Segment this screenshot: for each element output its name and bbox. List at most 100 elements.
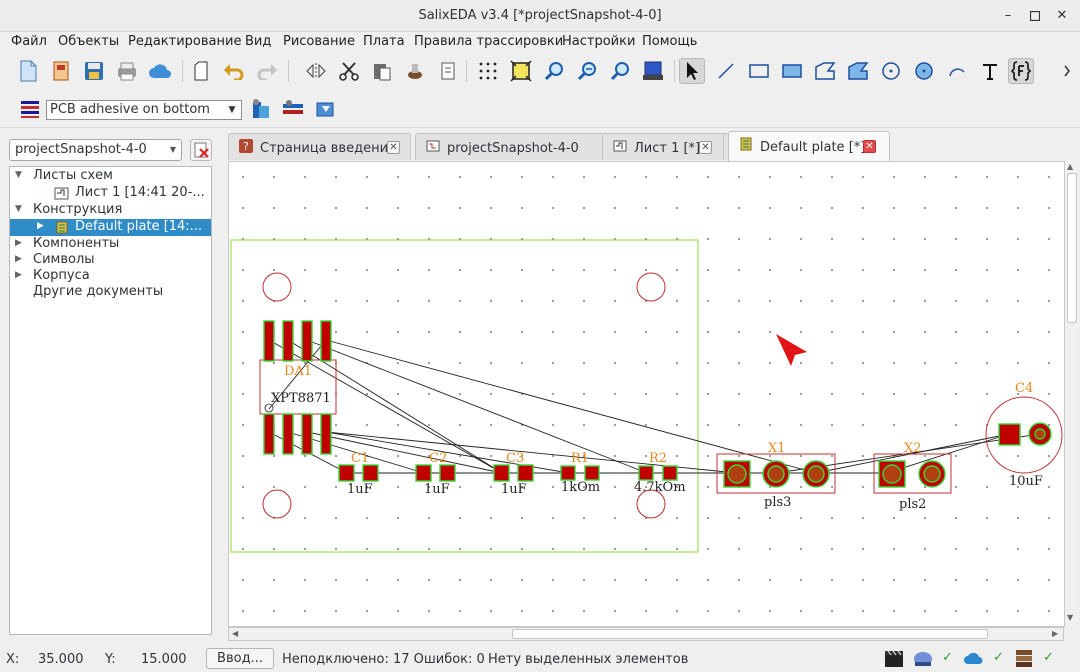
scroll-down-icon[interactable]: ▼ — [1067, 613, 1073, 622]
layer-settings-icon[interactable] — [280, 96, 306, 122]
menu-board[interactable]: Плата — [363, 34, 405, 49]
grid-icon[interactable] — [475, 58, 501, 84]
menu-draw[interactable]: Рисование — [283, 34, 355, 49]
menu-edit[interactable]: Редактирование — [128, 34, 241, 49]
minimize-icon[interactable]: – — [998, 6, 1018, 26]
text-tool-icon[interactable] — [977, 58, 1003, 84]
check-icon: ✓ — [1043, 650, 1054, 665]
ref-label: C3 — [506, 451, 524, 466]
ref-label: X2 — [904, 441, 922, 456]
menu-file[interactable]: Файл — [11, 34, 47, 49]
new-project-icon[interactable] — [48, 58, 74, 84]
layer-select[interactable]: PCB adhesive on bottom ▼ — [46, 100, 242, 120]
scroll-right-icon[interactable]: ▶ — [1052, 629, 1058, 638]
tree-item-label: Конструкция — [33, 202, 123, 217]
arc-tool-icon[interactable] — [944, 58, 970, 84]
tree-item-label: Листы схем — [33, 168, 113, 183]
cloud-sync-icon[interactable] — [963, 648, 985, 668]
3d-view-icon[interactable] — [640, 58, 666, 84]
pcb-canvas[interactable]: DA1 XPT8871 C1 1uF C2 1uF C3 1uF R1 1kOm — [228, 161, 1076, 627]
filled-circle-tool-icon[interactable] — [911, 58, 937, 84]
pcb-drawing[interactable]: DA1 XPT8871 C1 1uF C2 1uF C3 1uF R1 1kOm — [229, 162, 1076, 627]
library-icon[interactable] — [1013, 648, 1035, 668]
print-icon[interactable] — [114, 58, 140, 84]
expand-icon[interactable]: ▶ — [37, 221, 44, 231]
circle-tool-icon[interactable] — [878, 58, 904, 84]
toolbar-overflow-icon[interactable] — [1058, 58, 1078, 84]
menu-routing-rules[interactable]: Правила трассировки — [414, 34, 563, 49]
zoom-window-icon[interactable] — [607, 58, 633, 84]
y-value: 15.000 — [141, 652, 187, 667]
project-select[interactable]: projectSnapshot-4-0 ▼ — [9, 139, 182, 161]
ref-label: X1 — [768, 441, 786, 456]
paint-icon[interactable] — [402, 58, 428, 84]
clapper-icon[interactable] — [883, 648, 905, 668]
horizontal-scrollbar[interactable]: ◀ ▶ — [228, 627, 1064, 641]
scroll-left-icon[interactable]: ◀ — [232, 629, 238, 638]
zoom-out-icon[interactable] — [574, 58, 600, 84]
maximize-icon[interactable] — [1025, 6, 1045, 26]
layer-tool-icon[interactable] — [313, 96, 339, 122]
menu-view[interactable]: Вид — [245, 34, 271, 49]
tab-default-plate[interactable]: Default plate [*] ✕ — [728, 131, 890, 161]
field-tool-icon[interactable] — [1008, 58, 1034, 84]
tab-label: Default plate [*] — [760, 140, 866, 155]
tab-sheet1[interactable]: Лист 1 [*] ✕ — [602, 133, 724, 160]
expand-icon[interactable]: ▶ — [15, 238, 22, 248]
cloud-icon[interactable] — [147, 58, 173, 84]
properties-icon[interactable] — [435, 58, 461, 84]
collapse-icon[interactable]: ▼ — [15, 204, 22, 214]
tree-item-packages[interactable]: ▶ Корпуса — [10, 268, 211, 285]
layers-icon[interactable] — [17, 96, 43, 122]
tree-item-label: Символы — [33, 252, 95, 267]
scroll-thumb[interactable] — [512, 629, 988, 639]
tree-item-sheet1[interactable]: Лист 1 [14:41 20-... — [10, 185, 211, 202]
svg-text:?: ? — [243, 140, 249, 153]
project-select-value: projectSnapshot-4-0 — [15, 142, 147, 157]
x-value: 35.000 — [38, 652, 84, 667]
tree-item-default-plate[interactable]: ▶ Default plate [14:... — [10, 219, 211, 236]
save-icon[interactable] — [81, 58, 107, 84]
value-label: 1kOm — [561, 480, 600, 495]
tree-item-components[interactable]: ▶ Компоненты — [10, 236, 211, 253]
menu-help[interactable]: Помощь — [642, 34, 697, 49]
zoom-in-icon[interactable] — [541, 58, 567, 84]
tree-item-sheets[interactable]: ▼ Листы схем — [10, 168, 211, 185]
filled-rect-tool-icon[interactable] — [779, 58, 805, 84]
line-tool-icon[interactable] — [713, 58, 739, 84]
new-file-icon[interactable] — [15, 58, 41, 84]
filled-polygon-tool-icon[interactable] — [845, 58, 871, 84]
rect-tool-icon[interactable] — [746, 58, 772, 84]
tree-item-other-docs[interactable]: Другие документы — [10, 284, 211, 301]
layer-stack-icon[interactable] — [248, 96, 274, 122]
redo-icon[interactable] — [254, 58, 280, 84]
expand-icon[interactable]: ▶ — [15, 254, 22, 264]
polygon-tool-icon[interactable] — [812, 58, 838, 84]
close-icon[interactable]: ✕ — [1052, 6, 1072, 26]
value-label: 1uF — [424, 482, 450, 497]
menu-settings[interactable]: Настройки — [562, 34, 635, 49]
close-icon[interactable]: ✕ — [387, 141, 400, 154]
cut-icon[interactable] — [336, 58, 362, 84]
vertical-scrollbar[interactable]: ▲ ▼ — [1064, 161, 1078, 627]
tree-item-symbols[interactable]: ▶ Символы — [10, 252, 211, 269]
menu-objects[interactable]: Объекты — [58, 34, 119, 49]
bluetooth-dome-icon[interactable] — [912, 648, 934, 668]
collapse-icon[interactable]: ▼ — [15, 170, 22, 180]
mirror-icon[interactable] — [303, 58, 329, 84]
undo-icon[interactable] — [221, 58, 247, 84]
scroll-up-icon[interactable]: ▲ — [1067, 162, 1073, 171]
value-label: pls3 — [764, 495, 791, 510]
close-icon[interactable]: ✕ — [863, 140, 876, 153]
paste-icon[interactable] — [369, 58, 395, 84]
enter-button[interactable]: Ввод... — [206, 648, 274, 669]
page-icon[interactable] — [188, 58, 214, 84]
select-tool-icon[interactable] — [679, 58, 705, 84]
scroll-thumb[interactable] — [1067, 173, 1077, 323]
tab-intro[interactable]: ? Страница введения ✕ — [228, 133, 411, 160]
expand-icon[interactable]: ▶ — [15, 270, 22, 280]
close-project-button[interactable] — [190, 139, 212, 161]
close-icon[interactable]: ✕ — [699, 141, 712, 154]
zoom-fit-icon[interactable] — [508, 58, 534, 84]
tree-item-construction[interactable]: ▼ Конструкция — [10, 202, 211, 219]
